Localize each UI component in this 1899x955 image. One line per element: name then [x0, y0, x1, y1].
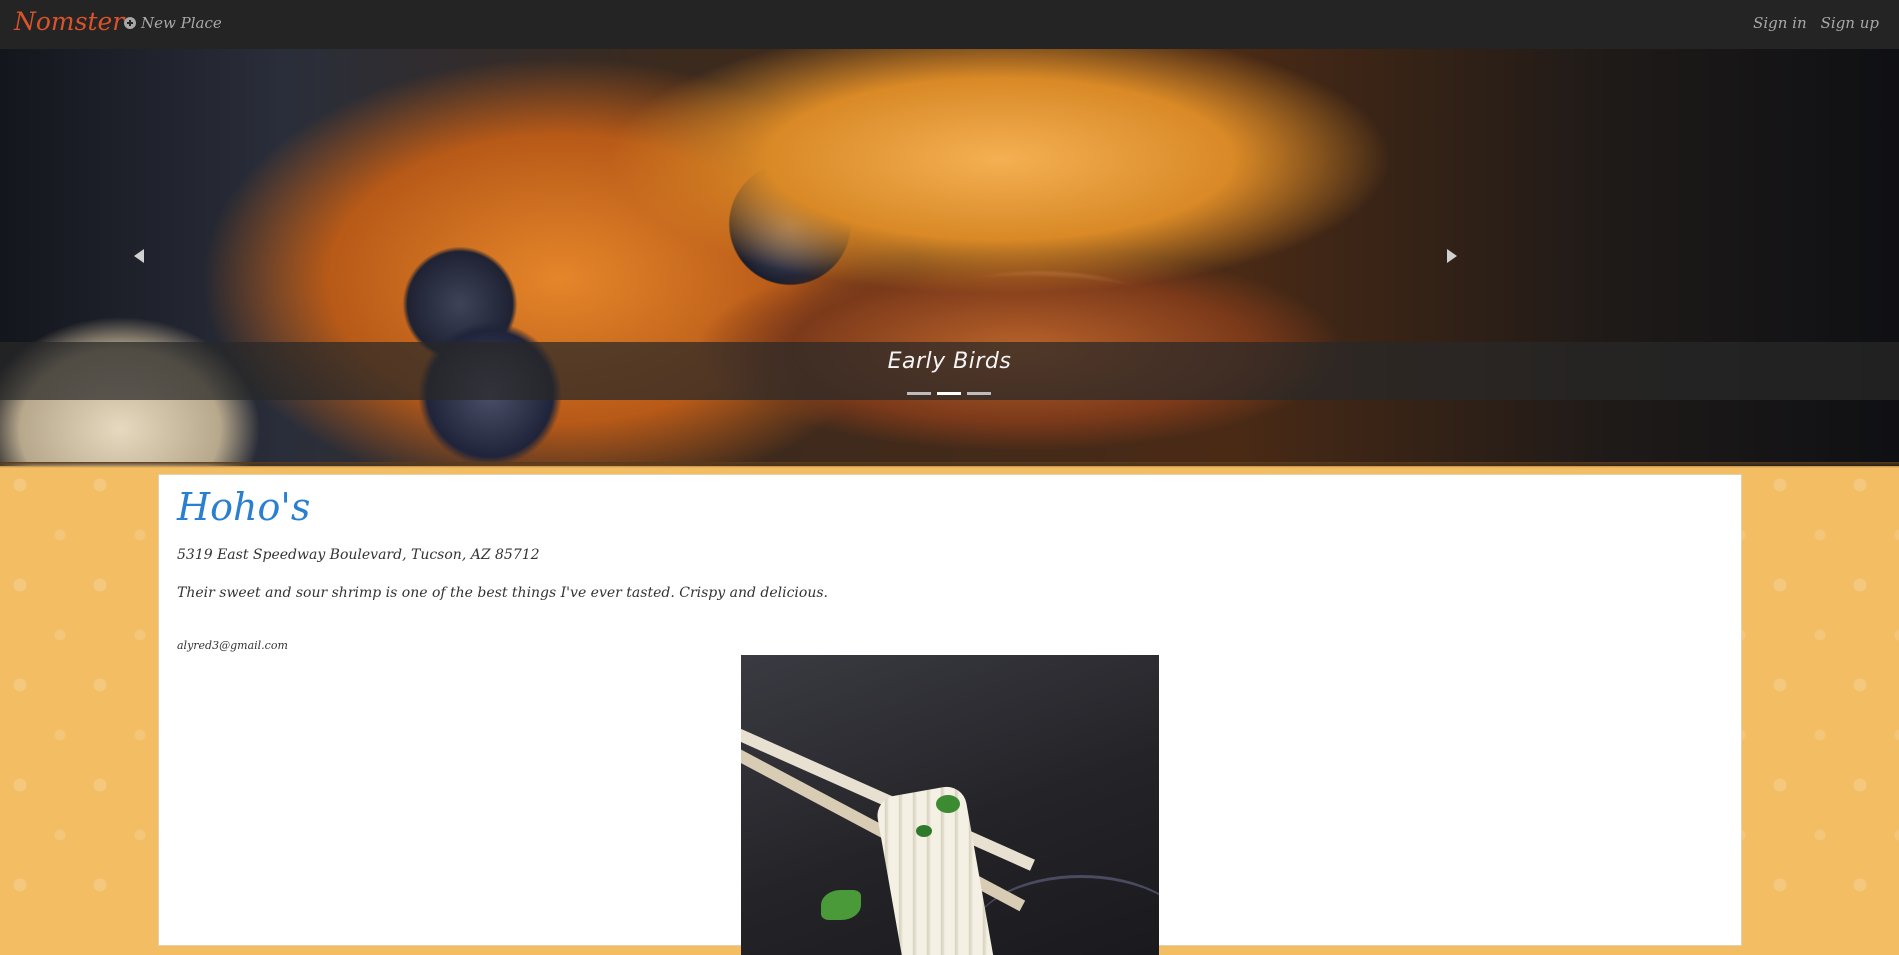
- auth-links: Sign in Sign up: [1753, 14, 1879, 32]
- place-address: 5319 East Speedway Boulevard, Tucson, AZ…: [177, 547, 540, 563]
- place-card: Hoho's 5319 East Speedway Boulevard, Tuc…: [158, 474, 1742, 955]
- carousel-caption: Early Birds: [887, 349, 1012, 374]
- carousel-next-icon[interactable]: [1447, 249, 1457, 263]
- herb-shape: [936, 795, 960, 813]
- place-owner-email: alyred3@gmail.com: [177, 639, 288, 652]
- hero-bottom-shadow: [0, 462, 1899, 468]
- top-navbar: Nomster New Place Sign in Sign up: [0, 0, 1899, 50]
- carousel-indicator[interactable]: [907, 392, 931, 395]
- carousel-indicator-active[interactable]: [937, 392, 961, 395]
- carousel-indicators: [907, 392, 991, 395]
- sign-in-link[interactable]: Sign in: [1753, 14, 1807, 32]
- plus-circle-icon: [124, 17, 136, 29]
- place-title: Hoho's: [177, 485, 311, 529]
- new-place-link[interactable]: New Place: [124, 14, 222, 32]
- herb-shape: [821, 890, 861, 920]
- carousel-prev-icon[interactable]: [134, 249, 144, 263]
- brand-logo[interactable]: Nomster: [14, 7, 124, 36]
- noodles-shape: [874, 783, 998, 955]
- new-place-label: New Place: [141, 14, 222, 32]
- place-description: Their sweet and sour shrimp is one of th…: [177, 585, 828, 601]
- place-photo: [741, 655, 1159, 955]
- carousel-indicator[interactable]: [967, 392, 991, 395]
- hero-carousel: [0, 49, 1899, 466]
- herb-shape: [916, 825, 932, 837]
- sign-up-link[interactable]: Sign up: [1821, 14, 1879, 32]
